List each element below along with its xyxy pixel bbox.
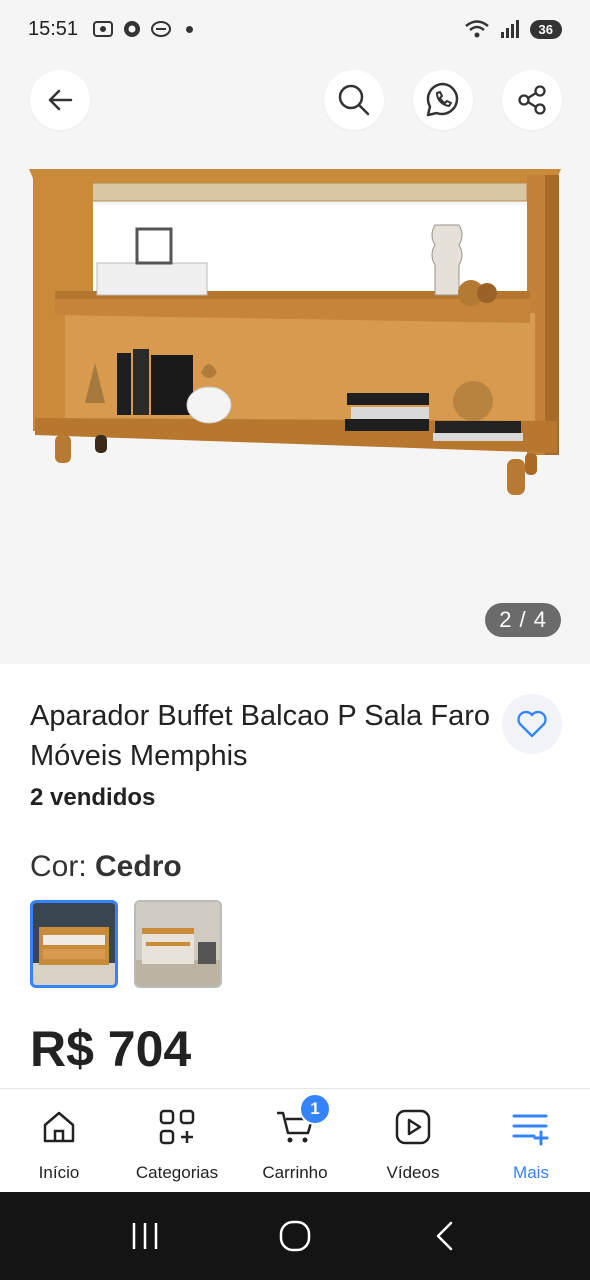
system-navigation-bar	[0, 1192, 590, 1280]
bottom-navigation: Início Categorias 1 Carrinho Vídeos Mais	[0, 1088, 590, 1192]
heart-icon	[517, 710, 547, 738]
chevron-left-icon	[436, 1221, 453, 1251]
search-icon	[338, 84, 370, 116]
favorite-button[interactable]	[502, 694, 562, 754]
home-circle-icon	[279, 1220, 311, 1252]
sold-count: 2 vendidos	[30, 784, 156, 811]
color-swatch-cedro[interactable]	[30, 900, 118, 988]
share-icon	[518, 85, 546, 115]
categories-icon	[155, 1105, 199, 1149]
whatsapp-icon	[426, 82, 459, 117]
share-button[interactable]	[502, 70, 562, 130]
signal-icon	[500, 20, 519, 38]
whatsapp-share-button[interactable]	[413, 70, 473, 130]
screenshot-icon	[93, 21, 114, 37]
home-icon	[37, 1105, 81, 1149]
status-system-icons: 36	[464, 19, 562, 39]
nav-label: Carrinho	[262, 1163, 328, 1182]
product-gallery[interactable]: 2 / 4	[0, 58, 590, 664]
nav-item-categorias[interactable]: Categorias	[118, 1089, 236, 1192]
color-value: Cedro	[95, 850, 182, 883]
status-notification-icons	[92, 19, 194, 39]
wifi-icon	[464, 20, 489, 38]
product-image[interactable]	[25, 163, 565, 503]
arrow-left-icon	[48, 89, 73, 111]
search-button[interactable]	[324, 70, 384, 130]
nav-label: Mais	[513, 1163, 549, 1182]
nav-label: Início	[38, 1163, 80, 1182]
cart-count-badge: 1	[299, 1093, 331, 1125]
system-back-button[interactable]	[415, 1206, 475, 1266]
swatch-thumbnail	[33, 903, 115, 985]
swatch-thumbnail	[136, 902, 220, 986]
gallery-page-counter: 2 / 4	[485, 603, 561, 637]
nav-item-videos[interactable]: Vídeos	[354, 1089, 472, 1192]
nav-label: Categorias	[135, 1163, 219, 1182]
menu-plus-icon	[509, 1105, 553, 1149]
status-time: 15:51	[28, 17, 79, 40]
nav-item-carrinho[interactable]: 1 Carrinho	[236, 1089, 354, 1192]
product-details: Aparador Buffet Balcao P Sala Faro Móvei…	[0, 664, 590, 1090]
nav-label: Vídeos	[386, 1163, 440, 1182]
recent-apps-icon	[132, 1223, 158, 1249]
back-button[interactable]	[30, 70, 90, 130]
color-label: Cor:	[30, 850, 96, 883]
chrome-icon	[124, 21, 141, 37]
product-title: Aparador Buffet Balcao P Sala Faro Móvei…	[30, 700, 490, 772]
status-dot	[186, 25, 194, 33]
nav-item-inicio[interactable]: Início	[0, 1089, 118, 1192]
product-price: R$ 704	[30, 1021, 192, 1077]
color-swatch-alternate[interactable]	[134, 900, 222, 988]
video-icon	[391, 1105, 435, 1149]
recent-apps-button[interactable]	[115, 1206, 175, 1266]
app-icon	[151, 21, 172, 37]
status-bar: 15:51 36	[0, 0, 590, 58]
color-selector-label: Cor: Cedro	[30, 850, 182, 884]
home-button[interactable]	[265, 1206, 325, 1266]
nav-item-mais[interactable]: Mais	[472, 1089, 590, 1192]
battery-indicator: 36	[529, 19, 562, 39]
